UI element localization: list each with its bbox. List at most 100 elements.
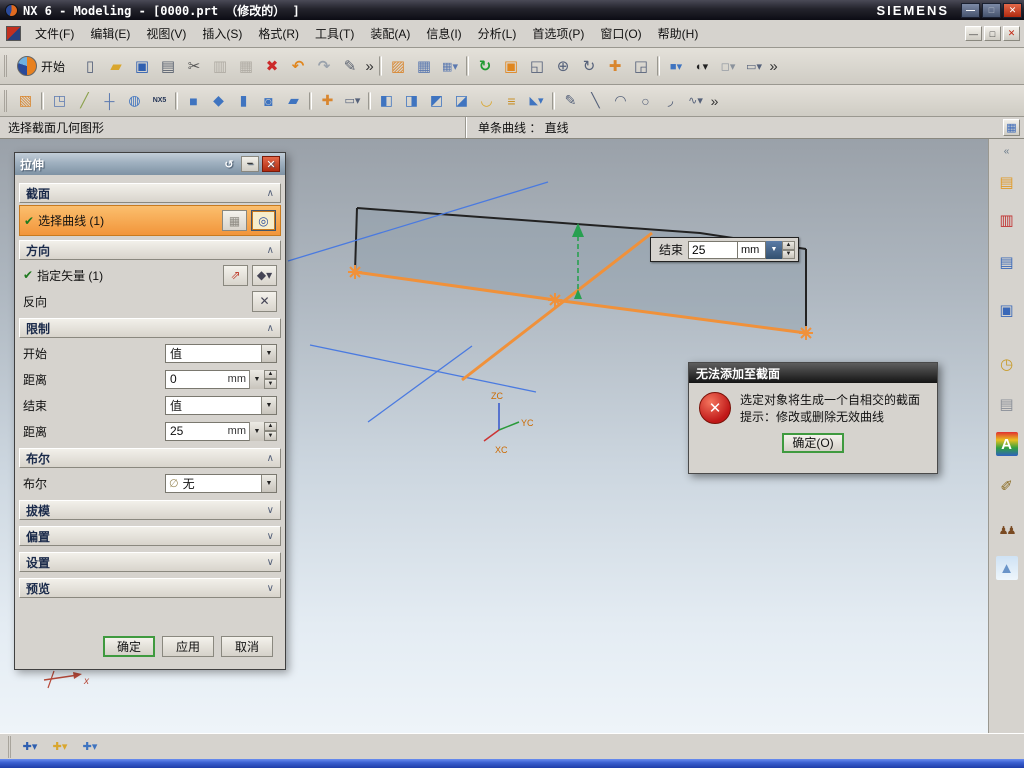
direct-sketch-icon[interactable]: ▧ <box>14 90 37 112</box>
group-header-direction[interactable]: 方向 ∧ <box>19 240 281 260</box>
mdi-minimize-button[interactable]: — <box>965 26 982 41</box>
menu-item[interactable]: 信息(I) <box>418 21 469 46</box>
toolbar-grip[interactable] <box>4 55 9 77</box>
reuse-library-icon[interactable]: ▣ <box>994 298 1020 322</box>
nx5-sketch-icon[interactable]: NX5 <box>148 90 171 112</box>
chamfer-icon[interactable]: ◣▾ <box>525 90 548 112</box>
window-display-icon[interactable]: ▭▾ <box>742 54 766 78</box>
zoom-box-icon[interactable]: ◱ <box>525 54 549 78</box>
undo-icon[interactable]: ↶ <box>286 54 310 78</box>
maximize-button[interactable]: □ <box>982 2 1001 18</box>
copy-icon[interactable]: ▥ <box>208 54 232 78</box>
group-header-preview[interactable]: 预览 ∨ <box>19 578 281 598</box>
dropdown-arrow-icon[interactable]: ▼ <box>249 369 264 389</box>
end-distance-spinner[interactable]: ▲ ▼ <box>264 421 277 441</box>
vector-constructor-button[interactable]: ◆▾ <box>252 264 277 286</box>
print-icon[interactable]: ▤ <box>156 54 180 78</box>
toolbar-grip[interactable] <box>8 735 13 758</box>
snap-mid-point-icon[interactable]: ✚▾ <box>77 736 103 758</box>
thread-icon[interactable]: ≡ <box>500 90 523 112</box>
deselect-curves-button[interactable]: ▦ <box>222 210 247 231</box>
cut-icon[interactable]: ✂ <box>182 54 206 78</box>
boolean-combo[interactable]: ∅ 无 ▼ <box>165 473 277 493</box>
end-distance-onscreen-input[interactable]: 结束 mm ▼ ▲ ▼ <box>650 237 800 262</box>
end-distance-field[interactable]: 25 mm ▼ ▲ ▼ <box>165 421 277 441</box>
snapshot-icon[interactable]: ◲ <box>629 54 653 78</box>
pan-view-icon[interactable]: ✚ <box>603 54 627 78</box>
menu-item[interactable]: 帮助(H) <box>650 21 707 46</box>
menu-item[interactable]: 格式(R) <box>250 21 307 46</box>
scenes-icon[interactable]: ▲ <box>995 556 1018 580</box>
unit-dropdown-button[interactable]: ▼ <box>766 240 783 259</box>
datum-grid-icon[interactable]: ▦ <box>412 54 436 78</box>
csys-grid-icon[interactable]: ▦▾ <box>438 54 462 78</box>
menu-item[interactable]: 分析(L) <box>470 21 525 46</box>
history-icon[interactable]: ◷ <box>994 352 1020 376</box>
intersect-icon[interactable]: ◩ <box>425 90 448 112</box>
specify-vector-row[interactable]: ✔ 指定矢量 (1) ⇗ ◆▾ <box>19 262 281 288</box>
group-header-settings[interactable]: 设置 ∨ <box>19 552 281 572</box>
sidebar-grip[interactable]: « <box>994 145 1020 158</box>
graphics-viewport[interactable]: ZC YC XC x 结束 mm ▼ ▲ ▼ <box>0 139 988 733</box>
datum-plane-icon[interactable]: ◳ <box>48 90 71 112</box>
spin-up-icon[interactable]: ▲ <box>264 421 277 431</box>
shaded-view-icon[interactable]: ■▾ <box>664 54 688 78</box>
tools-icon[interactable]: ✐ <box>994 474 1020 498</box>
constraint-navigator-icon[interactable]: ▥ <box>994 208 1020 232</box>
refresh-icon[interactable]: ↻ <box>473 54 497 78</box>
render-style-icon[interactable]: ◐▾ <box>690 54 714 78</box>
title-bar[interactable]: NX 6 - Modeling - [0000.prt （修改的） ] SIEM… <box>0 0 1024 20</box>
overflow-chevron-icon[interactable]: » <box>768 54 779 78</box>
palette-icon[interactable]: A <box>995 432 1018 456</box>
reverse-direction-button[interactable]: ✕ <box>252 290 277 312</box>
spin-up-icon[interactable]: ▲ <box>264 369 277 379</box>
spin-down-icon[interactable]: ▼ <box>264 379 277 389</box>
line-icon[interactable]: ╲ <box>584 90 607 112</box>
prompt-bar-button[interactable]: ▦ <box>1003 119 1020 136</box>
hole-icon[interactable]: ◙ <box>257 90 280 112</box>
extrude-dialog-titlebar[interactable]: 拉伸 ↺ − ✕ <box>15 153 285 175</box>
menu-item[interactable]: 装配(A) <box>362 21 418 46</box>
circle-icon[interactable]: ○ <box>634 90 657 112</box>
dropdown-arrow-icon[interactable]: ▼ <box>249 421 264 441</box>
mdi-close-button[interactable]: ✕ <box>1003 26 1020 41</box>
start-button[interactable]: 开始 <box>13 54 73 78</box>
overflow-chevron-icon[interactable]: » <box>709 90 720 112</box>
rectangle-icon[interactable]: ▭▾ <box>341 90 364 112</box>
menu-item[interactable]: 文件(F) <box>27 21 82 46</box>
menu-item[interactable]: 编辑(E) <box>82 21 138 46</box>
start-option-combo[interactable]: 值 ▼ <box>165 343 277 363</box>
select-curve-row[interactable]: ✔ 选择曲线 (1) ▦ ◎ <box>19 205 281 236</box>
apply-button[interactable]: 应用 <box>162 636 214 657</box>
dropdown-arrow-icon[interactable]: ▼ <box>261 396 276 414</box>
notes-icon[interactable]: ▤ <box>994 392 1020 416</box>
menu-item[interactable]: 窗口(O) <box>592 21 649 46</box>
spin-up-icon[interactable]: ▲ <box>782 240 796 250</box>
fit-view-icon[interactable]: ▣ <box>499 54 523 78</box>
datum-csys-icon[interactable]: ┼ <box>98 90 121 112</box>
dropdown-arrow-icon[interactable]: ▼ <box>261 474 276 492</box>
rotate-view-icon[interactable]: ↻ <box>577 54 601 78</box>
extrude-surface-preview[interactable] <box>355 208 806 333</box>
datum-axis-icon[interactable]: ╱ <box>73 90 96 112</box>
dialog-reset-button[interactable]: ↺ <box>220 156 238 172</box>
sketch-task-icon[interactable]: ▨ <box>386 54 410 78</box>
menu-item[interactable]: 插入(S) <box>194 21 250 46</box>
start-distance-spinner[interactable]: ▲ ▼ <box>264 369 277 389</box>
nx-app-icon[interactable] <box>6 26 21 41</box>
group-header-section[interactable]: 截面 ∧ <box>19 183 281 203</box>
part-navigator-icon[interactable]: ▤ <box>994 250 1020 274</box>
fillet-icon[interactable]: ◞ <box>659 90 682 112</box>
revolve-icon[interactable]: ◆ <box>207 90 230 112</box>
curve-rule-button[interactable]: ◎ <box>251 210 276 231</box>
start-distance-field[interactable]: 0 mm ▼ ▲ ▼ <box>165 369 277 389</box>
extrude-icon[interactable]: ■ <box>182 90 205 112</box>
point-icon[interactable]: ✚ <box>316 90 339 112</box>
toolbar-grip[interactable] <box>4 89 9 112</box>
spline-icon[interactable]: ∿▾ <box>684 90 707 112</box>
snap-end-point-icon[interactable]: ✚▾ <box>47 736 73 758</box>
cylinder-icon[interactable]: ◍ <box>123 90 146 112</box>
snap-point-icon[interactable]: ✚▾ <box>17 736 43 758</box>
minimize-button[interactable]: — <box>961 2 980 18</box>
block-icon[interactable]: ▮ <box>232 90 255 112</box>
